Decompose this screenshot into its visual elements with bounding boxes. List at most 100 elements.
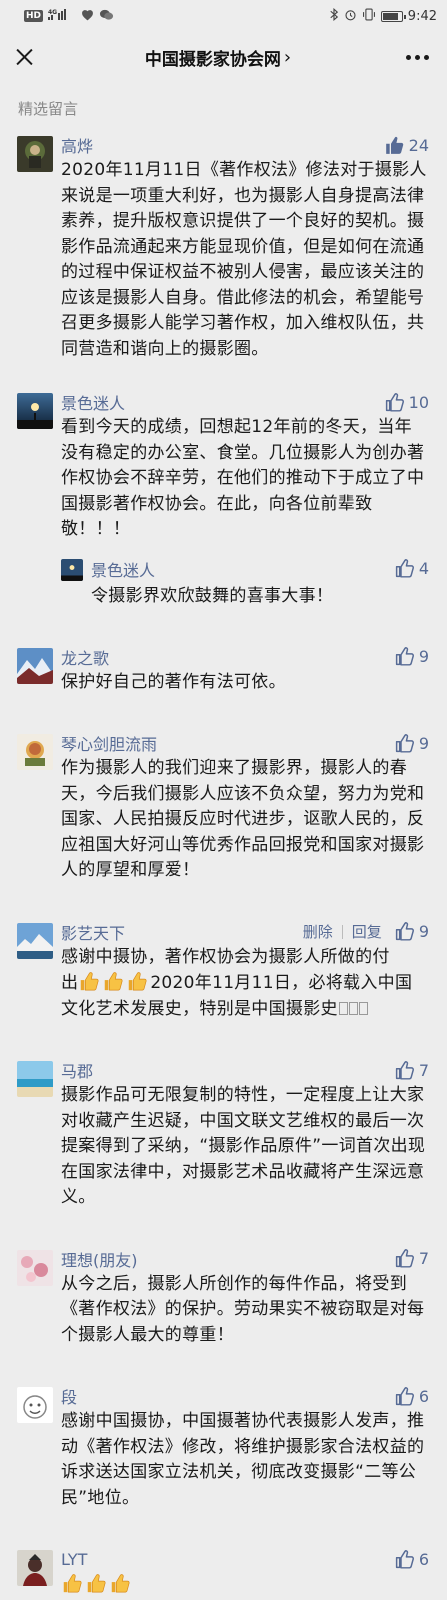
like-count: 10	[408, 392, 429, 412]
comment-text: 感谢中国摄协，中国摄著协代表摄影人发声，推动《著作权法》修改，将维护摄影家合法权…	[61, 1411, 425, 1508]
nav-title-text: 中国摄影家协会网	[144, 49, 281, 70]
clock-time: 9:42	[407, 8, 437, 24]
comment-author[interactable]: 段	[61, 1384, 77, 1408]
reply-item: 景色迷人 4 令摄影界欢欣鼓舞的喜事大事！	[61, 557, 429, 609]
comment-author[interactable]: LYT	[61, 1550, 87, 1569]
like-button[interactable]: 7	[394, 1248, 429, 1269]
comment-item: 琴心剑胆流雨 9 作为摄影人的我们迎来了摄影界，摄影人的春天，今后我们摄影人应该…	[0, 731, 447, 884]
avatar[interactable]	[17, 393, 53, 429]
like-count: 9	[418, 647, 429, 666]
chevron-right-icon: ›	[283, 46, 292, 68]
alarm-icon	[344, 8, 357, 24]
battery-icon	[380, 10, 406, 22]
close-icon[interactable]	[12, 45, 36, 69]
like-count: 9	[418, 733, 429, 753]
thumbs-up-emoji	[78, 970, 100, 992]
like-count: 7	[418, 1249, 429, 1268]
like-count: 24	[408, 135, 429, 155]
section-title: 精选留言	[18, 100, 79, 118]
comment-item: 马郡 7 摄影作品可无限复制的特性，一定程度上让大家对收藏产生迟疑，中国文联文艺…	[0, 1058, 447, 1211]
like-button[interactable]: 10	[384, 392, 429, 413]
comment-item: 龙之歌 9 保护好自己的著作有法可依。	[0, 645, 447, 696]
status-bar: HD 4G 9:42	[0, 0, 447, 32]
wechat-icon	[99, 9, 114, 24]
comment-item: 影艺天下 删除 回复 9 感谢中摄协，著作权协会为摄影人所做的付出 2020年11…	[0, 920, 447, 1023]
thumbs-up-icon	[394, 921, 415, 942]
unrendered-glyph	[348, 1001, 358, 1015]
comment-text: 2020年11月11日《著作权法》修法对于摄影人来说是一项重大利好，也为摄影人自…	[61, 160, 427, 359]
like-button[interactable]: 6	[394, 1549, 429, 1570]
comment-author[interactable]: 高烨	[61, 133, 93, 157]
nav-title[interactable]: 中国摄影家协会网 ›	[145, 45, 291, 70]
avatar[interactable]	[17, 1550, 53, 1586]
avatar[interactable]	[17, 136, 53, 172]
comment-text: 感谢中摄协，著作权协会为摄影人所做的付出 2020年11月11日，必将载入中国文化…	[61, 945, 429, 1023]
comment-author[interactable]: 琴心剑胆流雨	[61, 731, 157, 755]
heart-icon	[81, 9, 94, 24]
avatar[interactable]	[17, 1249, 53, 1286]
reply-button[interactable]: 回复	[352, 921, 382, 942]
thumbs-up-emoji	[126, 970, 148, 992]
thumbs-up-emoji	[102, 970, 124, 992]
avatar[interactable]	[17, 1061, 53, 1097]
comment-text: 保护好自己的著作有法可依。	[61, 671, 286, 692]
like-count: 6	[418, 1386, 429, 1406]
thumbs-up-icon	[394, 733, 415, 754]
signal-icon: 4G	[48, 8, 76, 24]
comment-author[interactable]: 马郡	[61, 1058, 93, 1082]
avatar[interactable]	[17, 734, 53, 770]
vibrate-icon	[362, 8, 376, 24]
like-button[interactable]: 4	[394, 558, 429, 579]
svg-text:4G: 4G	[48, 9, 57, 16]
comment-author[interactable]: 景色迷人	[61, 390, 125, 414]
comment-author[interactable]: 龙之歌	[61, 645, 109, 669]
thumbs-up-emoji	[85, 1572, 107, 1594]
hd-badge: HD	[24, 10, 44, 22]
comment-item: 理想(朋友) 7 从今之后，摄影人所创作的每件作品，将受到《著作权法》的保护。劳…	[0, 1247, 447, 1349]
thumbs-up-icon	[394, 558, 415, 579]
reply-text: 令摄影界欢欣鼓舞的喜事大事！	[91, 585, 334, 606]
comment-text	[61, 1572, 429, 1599]
thumbs-up-icon	[384, 392, 405, 413]
reply-author[interactable]: 景色迷人	[91, 557, 155, 581]
comment-item: 景色迷人 10 看到今天的成绩，回想起12年前的冬天，当年没有稳定的办公室、食堂…	[0, 390, 447, 609]
unrendered-glyph	[358, 1001, 368, 1015]
comment-item: 高烨 24 2020年11月11日《著作权法》修法对于摄影人来说是一项重大利好，…	[0, 133, 447, 362]
comment-text: 从今之后，摄影人所创作的每件作品，将受到《著作权法》的保护。劳动果实不被窃取是对…	[61, 1273, 425, 1345]
like-button[interactable]: 24	[384, 135, 429, 156]
thumbs-up-icon	[394, 1248, 415, 1269]
like-count: 7	[418, 1060, 429, 1080]
avatar[interactable]	[61, 558, 83, 581]
avatar[interactable]	[17, 1387, 53, 1423]
thumbs-up-icon	[394, 646, 415, 667]
comment-item: 段 6 感谢中国摄协，中国摄著协代表摄影人发声，推动《著作权法》修改，将维护摄影…	[0, 1384, 447, 1511]
thumbs-up-emoji	[61, 1572, 83, 1594]
like-count: 6	[418, 1549, 429, 1569]
comment-text: 摄影作品可无限复制的特性，一定程度上让大家对收藏产生迟疑，中国文联文艺维权的最后…	[61, 1085, 426, 1207]
like-count: 4	[418, 559, 429, 578]
unrendered-glyph	[338, 1001, 348, 1015]
thumbs-up-icon	[394, 1549, 415, 1570]
thumbs-up-icon	[394, 1386, 415, 1407]
avatar[interactable]	[17, 922, 53, 959]
more-icon[interactable]	[400, 49, 435, 66]
comment-author[interactable]: 理想(朋友)	[61, 1247, 138, 1271]
comment-text: 看到今天的成绩，回想起12年前的冬天，当年没有稳定的办公室、食堂。几位摄影人为创…	[61, 417, 425, 539]
like-button[interactable]: 9	[394, 733, 429, 754]
comment-text: 作为摄影人的我们迎来了摄影界，摄影人的春天，今后我们摄影人应该不负众望，努力为党…	[61, 758, 425, 880]
like-count: 9	[418, 922, 429, 941]
comment-item: LYT 6	[0, 1547, 447, 1599]
bluetooth-icon	[329, 7, 339, 24]
like-button[interactable]: 9	[394, 921, 429, 942]
nav-bar: 中国摄影家协会网 ›	[0, 32, 447, 82]
thumbs-up-icon	[384, 135, 405, 156]
comment-text-part: 出	[61, 973, 79, 993]
like-button[interactable]: 7	[394, 1060, 429, 1081]
avatar[interactable]	[17, 647, 53, 684]
delete-button[interactable]: 删除	[303, 921, 333, 942]
divider	[341, 924, 343, 939]
like-button[interactable]: 6	[394, 1386, 429, 1407]
comment-text-line: 感谢中摄协，著作权协会为摄影人所做的付	[61, 946, 390, 967]
like-button[interactable]: 9	[394, 646, 429, 667]
comment-author[interactable]: 影艺天下	[61, 920, 125, 944]
